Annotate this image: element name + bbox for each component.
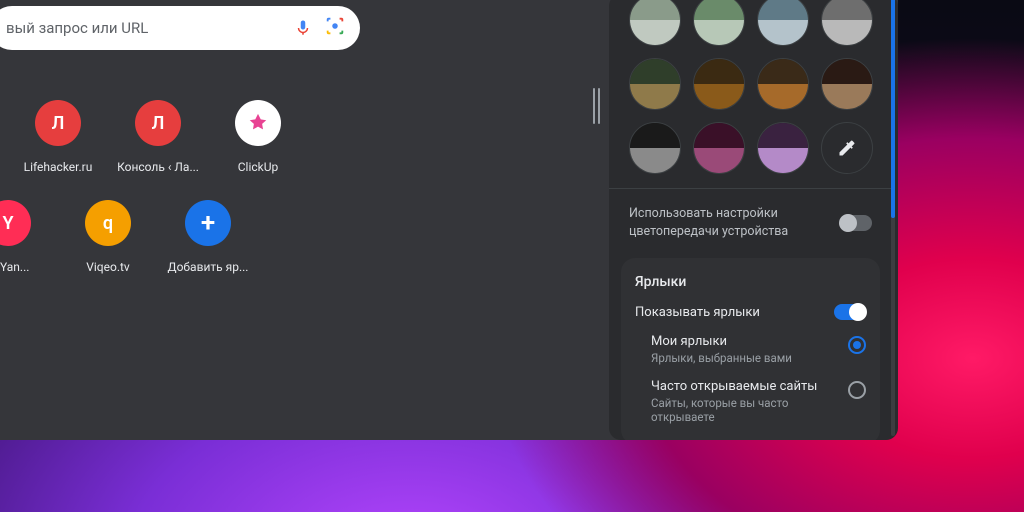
device-color-row: Использовать настройки цветопередачи уст… [609, 189, 892, 244]
device-color-toggle[interactable] [840, 215, 872, 231]
customize-side-panel: Использовать настройки цветопередачи уст… [609, 0, 898, 440]
show-shortcuts-toggle[interactable] [834, 304, 866, 320]
color-swatch[interactable] [693, 122, 745, 174]
shortcut-label: Lifehacker.ru [10, 160, 106, 174]
color-swatch[interactable] [821, 0, 873, 46]
radio-title: Часто открываемые сайты [651, 379, 838, 394]
color-swatch[interactable] [821, 58, 873, 110]
shortcut-tile[interactable]: qViqeo.tv [60, 200, 156, 274]
shortcuts-section: Ярлыки Показывать ярлыки Мои ярлыки Ярлык… [621, 258, 880, 440]
shortcut-tile[interactable]: ClickUp [210, 100, 306, 174]
shortcut-label: ClickUp [210, 160, 306, 174]
radio-indicator [848, 336, 866, 354]
scrollbar-thumb[interactable] [891, 0, 895, 218]
color-swatch[interactable] [757, 58, 809, 110]
device-color-label: Использовать настройки цветопередачи уст… [629, 205, 840, 240]
radio-subtitle: Сайты, которые вы часто открываете [651, 396, 838, 424]
shortcut-tile[interactable]: Yat Yan... [0, 200, 56, 274]
search-placeholder: вый запрос или URL [6, 19, 294, 37]
lens-search-icon[interactable] [324, 15, 346, 41]
shortcut-label: Консоль ‹ Ла... [110, 160, 206, 174]
shortcut-tile[interactable]: ЛКонсоль ‹ Ла... [110, 100, 206, 174]
shortcuts-title: Ярлыки [635, 274, 866, 290]
color-swatch[interactable] [629, 122, 681, 174]
color-swatch[interactable] [757, 122, 809, 174]
color-swatch[interactable] [693, 0, 745, 46]
color-swatch[interactable] [629, 58, 681, 110]
shortcut-tile[interactable]: ЛLifehacker.ru [10, 100, 106, 174]
frequent-sites-option[interactable]: Часто открываемые сайты Сайты, которые вы… [651, 379, 866, 424]
radio-subtitle: Ярлыки, выбранные вами [651, 351, 838, 365]
shortcut-label: at Yan... [0, 260, 56, 274]
voice-search-icon[interactable] [294, 19, 312, 37]
radio-title: Мои ярлыки [651, 334, 838, 349]
my-shortcuts-option[interactable]: Мои ярлыки Ярлыки, выбранные вами [651, 334, 866, 365]
shortcut-label: Viqeo.tv [60, 260, 156, 274]
radio-indicator [848, 381, 866, 399]
add-shortcut-button[interactable]: +Добавить яр... [160, 200, 256, 274]
color-swatch[interactable] [693, 58, 745, 110]
color-eyedropper-button[interactable] [821, 122, 873, 174]
color-swatch[interactable] [757, 0, 809, 46]
resize-handle[interactable] [590, 88, 602, 124]
search-bar[interactable]: вый запрос или URL [0, 6, 360, 50]
shortcut-label: Добавить яр... [160, 260, 256, 274]
show-shortcuts-label: Показывать ярлыки [635, 305, 834, 320]
color-swatch[interactable] [629, 0, 681, 46]
color-swatch-panel [609, 0, 892, 189]
